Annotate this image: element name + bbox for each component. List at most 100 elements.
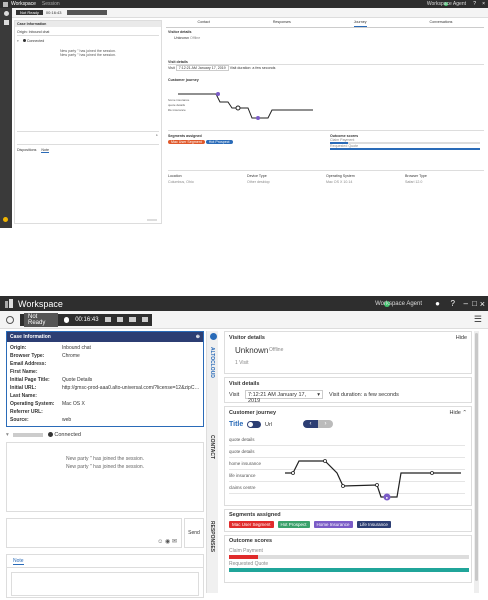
visitor-name: Unknown [235, 346, 269, 355]
visitor-status: Offline [269, 347, 284, 353]
close-icon[interactable]: × [482, 1, 485, 7]
user-icon[interactable]: ● [435, 299, 440, 308]
gear-icon[interactable] [6, 315, 14, 324]
next-icon[interactable]: › [318, 420, 333, 428]
journey-card: Customer journey Hide ⌃ Title Url ‹ › qu… [224, 406, 472, 506]
chat-icon[interactable] [104, 317, 111, 322]
visit-date-value: 7:12:21 AM January 17, 2019 [248, 392, 307, 404]
journey-chart-small [178, 92, 313, 120]
tab-note[interactable]: Note [41, 148, 49, 153]
app-title: Workspace [18, 298, 63, 309]
tab-dispositions[interactable]: Dispositions [17, 148, 36, 152]
tab-contact[interactable]: Contact [197, 20, 209, 27]
outcome-label: Requested Quote [229, 561, 269, 567]
case-info-key: Last Name: [10, 393, 37, 399]
add-icon[interactable] [210, 333, 217, 340]
case-info-table: Origin: Inbound chat Browser Type: Chrome Em… [7, 342, 203, 426]
menu-icon[interactable]: ☰ [474, 314, 482, 325]
origin-label: Origin: [17, 30, 28, 34]
tab-contact[interactable]: CONTACT [209, 435, 215, 459]
journey-summary-small: Visitor details Unknown Offline Visit de… [168, 30, 484, 82]
tab-note[interactable]: Note [13, 558, 24, 565]
title-bar: Workspace Session Workspace Agent ? × [0, 0, 488, 8]
visit-duration: Visit duration: a few seconds [329, 392, 399, 398]
user-badge[interactable]: Workspace Agent [427, 1, 466, 7]
interaction-bar: Not Ready 00:16:43 [20, 312, 152, 327]
case-info-row: Email Address: [10, 360, 200, 368]
tab-conversations[interactable]: Conversations [430, 20, 453, 27]
visitor-visits: 1 Visit [235, 360, 249, 366]
record-icon[interactable] [63, 316, 70, 323]
case-info-title: Case Information [10, 334, 51, 340]
case-info-value: http://gmsc-prod-aaa0.alto-universal.com… [62, 385, 200, 391]
gear-icon[interactable] [3, 11, 9, 16]
visitor-hide-toggle[interactable]: Hide [456, 335, 467, 341]
case-info-header[interactable]: Case Information ⊕ [7, 332, 203, 342]
outcome-bar [229, 555, 469, 559]
transfer-icon[interactable] [116, 317, 124, 322]
tab-responses[interactable]: RESPONSES [209, 521, 215, 552]
minimize-icon[interactable]: – [464, 299, 468, 308]
app-title: Workspace [11, 1, 36, 7]
done-button[interactable] [147, 219, 157, 221]
journey-node [291, 471, 295, 475]
connected-icon [47, 432, 53, 438]
status-select[interactable]: Not Ready [16, 10, 43, 15]
help-icon[interactable]: ? [451, 299, 455, 308]
visit-date-select[interactable]: 7:12:21 AM January 17, 2019 [175, 65, 229, 71]
close-icon[interactable]: × [480, 299, 485, 309]
chat-transcript: New party '' has joined the session. New… [6, 442, 204, 512]
status-select[interactable]: Not Ready [24, 312, 58, 327]
case-info-close-icon[interactable]: ⊕ [196, 334, 200, 340]
device-value: Columbus, Ohio [168, 180, 194, 184]
connected-icon [22, 39, 26, 42]
device-value: Mac OS X 10.14 [326, 180, 353, 184]
case-info-row: Origin: Inbound chat [10, 344, 200, 352]
help-badge-icon[interactable] [3, 217, 8, 222]
help-icon[interactable]: ? [473, 1, 476, 7]
title-bar: Workspace Workspace Agent ● ? – □ × [0, 296, 488, 311]
visit-date-select[interactable]: 7:12:21 AM January 17, 2019 ▾ [245, 390, 323, 404]
title-url-toggle[interactable] [247, 421, 261, 428]
conference-icon[interactable] [129, 317, 136, 322]
tab-altocloud[interactable]: ALTOCLOUD [209, 347, 215, 378]
toolbar: Not Ready 00:16:43 [12, 8, 488, 18]
context-tabs: Contact Responses Journey Conversations [166, 20, 484, 28]
origin-value: Inbound chat [28, 30, 50, 34]
journey-node [323, 459, 327, 463]
tab-journey[interactable]: Journey [353, 20, 367, 27]
chat-input[interactable] [17, 131, 159, 145]
case-info-key: First Name: [10, 369, 38, 375]
outcome-bar-fill [229, 555, 258, 559]
add-user-icon[interactable] [141, 317, 149, 322]
case-info-value: web [62, 417, 72, 423]
segments-title: Segments assigned [168, 134, 202, 138]
journey-hide-toggle[interactable]: Hide ⌃ [450, 410, 467, 416]
maximize-icon[interactable]: □ [472, 299, 477, 308]
segment-pill: Hot Prospect [277, 521, 310, 528]
case-info-value: Quote Details [62, 377, 93, 383]
chat-icon[interactable] [3, 20, 9, 25]
send-arrow-icon[interactable]: ▸ [156, 133, 158, 137]
chat-input[interactable]: ☺ ◉ ✉ [6, 518, 182, 548]
journey-row-label: life insurance [168, 108, 186, 112]
prev-icon[interactable]: ‹ [303, 420, 318, 428]
chat-message: New party '' has joined the session. [59, 53, 117, 57]
app-tab[interactable]: Session [42, 1, 60, 7]
device-header: Operating System [326, 174, 355, 178]
tab-responses[interactable]: Responses [273, 20, 291, 27]
emoji-icon[interactable]: ☺ ◉ ✉ [157, 538, 177, 545]
case-info-row: Initial URL: http://gmsc-prod-aaa0.alto-u… [10, 384, 200, 392]
device-value: Safari 12.0 [405, 180, 423, 184]
send-button[interactable]: Send [184, 518, 204, 548]
scrollbar-thumb[interactable] [475, 333, 478, 581]
scrollbar[interactable] [474, 331, 479, 593]
outcome-label: Claim Payment [229, 548, 263, 554]
case-info-row: Initial Page Title: Quote Details [10, 376, 200, 384]
toolbar-actions[interactable] [67, 10, 108, 15]
user-badge[interactable]: Workspace Agent [375, 301, 422, 307]
segment-pill: Hot Prospect [205, 140, 233, 144]
segment-pill: Mac User Segment [168, 140, 205, 144]
note-input[interactable] [11, 572, 199, 596]
case-info-row: Operating System: Mac OS X [10, 400, 200, 408]
